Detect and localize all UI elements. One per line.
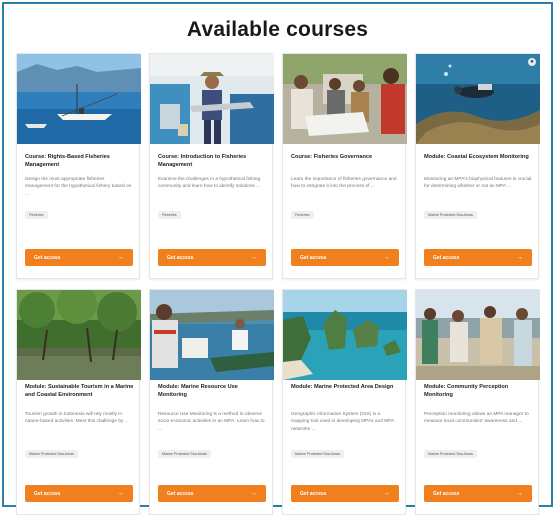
course-title[interactable]: Course: Introduction to Fisheries Manage… [158, 153, 268, 169]
get-access-button[interactable]: Get access → [424, 485, 532, 502]
course-card[interactable]: Course: Rights-Based Fisheries Managemen… [16, 53, 141, 279]
course-image-villagers[interactable] [416, 290, 540, 380]
button-label: Get access [34, 490, 61, 497]
arrow-right-icon: → [383, 490, 390, 497]
course-card[interactable]: ● Module: Coastal Ecosystem Monitoring M… [415, 53, 540, 279]
get-access-button[interactable]: Get access → [25, 249, 133, 266]
course-description: Learn the importance of fisheries govern… [291, 177, 397, 190]
arrow-right-icon: → [250, 254, 257, 261]
arrow-right-icon: → [516, 254, 523, 261]
course-description: Examine the challenges in a hypothetical… [158, 177, 261, 190]
button-label: Get access [300, 254, 327, 261]
course-description: Perception monitoring allows an MPA mana… [424, 412, 529, 425]
button-label: Get access [300, 490, 327, 497]
get-access-button[interactable]: Get access → [291, 249, 399, 266]
course-title[interactable]: Course: Rights-Based Fisheries Managemen… [25, 153, 135, 169]
course-title[interactable]: Module: Marine Protected Area Design [291, 383, 401, 391]
course-description: Tourism growth in Indonesia will rely mo… [25, 412, 129, 425]
course-tag: Marine Protected Sea Areas [158, 450, 211, 458]
course-card[interactable]: Course: Fisheries Governance Learn the i… [282, 53, 407, 279]
course-title[interactable]: Module: Sustainable Tourism in a Marine … [25, 383, 135, 399]
course-description: Geographic Information System (GIS) is a… [291, 412, 395, 432]
course-tag: Marine Protected Sea Areas [424, 450, 477, 458]
course-image-mangroves[interactable] [17, 290, 141, 380]
button-label: Get access [34, 254, 61, 261]
get-access-button[interactable]: Get access → [158, 485, 266, 502]
arrow-right-icon: → [117, 254, 124, 261]
get-access-button[interactable]: Get access → [424, 249, 532, 266]
button-label: Get access [167, 254, 194, 261]
course-description: Design the most appropriate fisheries ma… [25, 177, 132, 197]
course-image-survey-boat[interactable] [150, 290, 274, 380]
course-title[interactable]: Course: Fisheries Governance [291, 153, 401, 161]
course-card[interactable]: Module: Marine Protected Area Design Geo… [282, 289, 407, 515]
get-access-button[interactable]: Get access → [291, 485, 399, 502]
arrow-right-icon: → [250, 490, 257, 497]
image-badge-icon: ● [528, 58, 536, 66]
course-card[interactable]: Module: Sustainable Tourism in a Marine … [16, 289, 141, 515]
get-access-button[interactable]: Get access → [25, 485, 133, 502]
course-image-scuba-diver[interactable]: ● [416, 54, 540, 144]
course-title[interactable]: Module: Marine Resource Use Monitoring [158, 383, 268, 399]
course-tag: Marine Protected Sea Areas [291, 450, 344, 458]
course-title[interactable]: Module: Coastal Ecosystem Monitoring [424, 153, 534, 161]
button-label: Get access [433, 254, 460, 261]
course-image-fisherman[interactable] [150, 54, 274, 144]
course-tag: Fisheries [158, 211, 181, 219]
get-access-button[interactable]: Get access → [158, 249, 266, 266]
course-tag: Marine Protected Sea Areas [25, 450, 78, 458]
course-description: Monitoring an MPA's biophysical features… [424, 177, 532, 190]
course-title[interactable]: Module: Community Perception Monitoring [424, 383, 534, 399]
course-card[interactable]: Module: Community Perception Monitoring … [415, 289, 540, 515]
course-tag: Marine Protected Sea Areas [424, 211, 477, 219]
course-tag: Fisheries [25, 211, 48, 219]
course-card[interactable]: Module: Marine Resource Use Monitoring R… [149, 289, 274, 515]
arrow-right-icon: → [516, 490, 523, 497]
button-label: Get access [433, 490, 460, 497]
course-image-community-meeting[interactable] [283, 54, 407, 144]
page-title: Available courses [186, 18, 369, 41]
button-label: Get access [167, 490, 194, 497]
course-image-fishing-boats[interactable] [17, 54, 141, 144]
course-card[interactable]: Course: Introduction to Fisheries Manage… [149, 53, 274, 279]
courses-panel: Available courses Course: Rights-Based F… [2, 2, 553, 515]
course-image-rocky-islands[interactable] [283, 290, 407, 380]
course-tag: Fisheries [291, 211, 314, 219]
arrow-right-icon: → [383, 254, 390, 261]
arrow-right-icon: → [117, 490, 124, 497]
course-grid: Course: Rights-Based Fisheries Managemen… [16, 53, 542, 515]
course-description: Resource Use Monitoring is a method to o… [158, 412, 265, 432]
